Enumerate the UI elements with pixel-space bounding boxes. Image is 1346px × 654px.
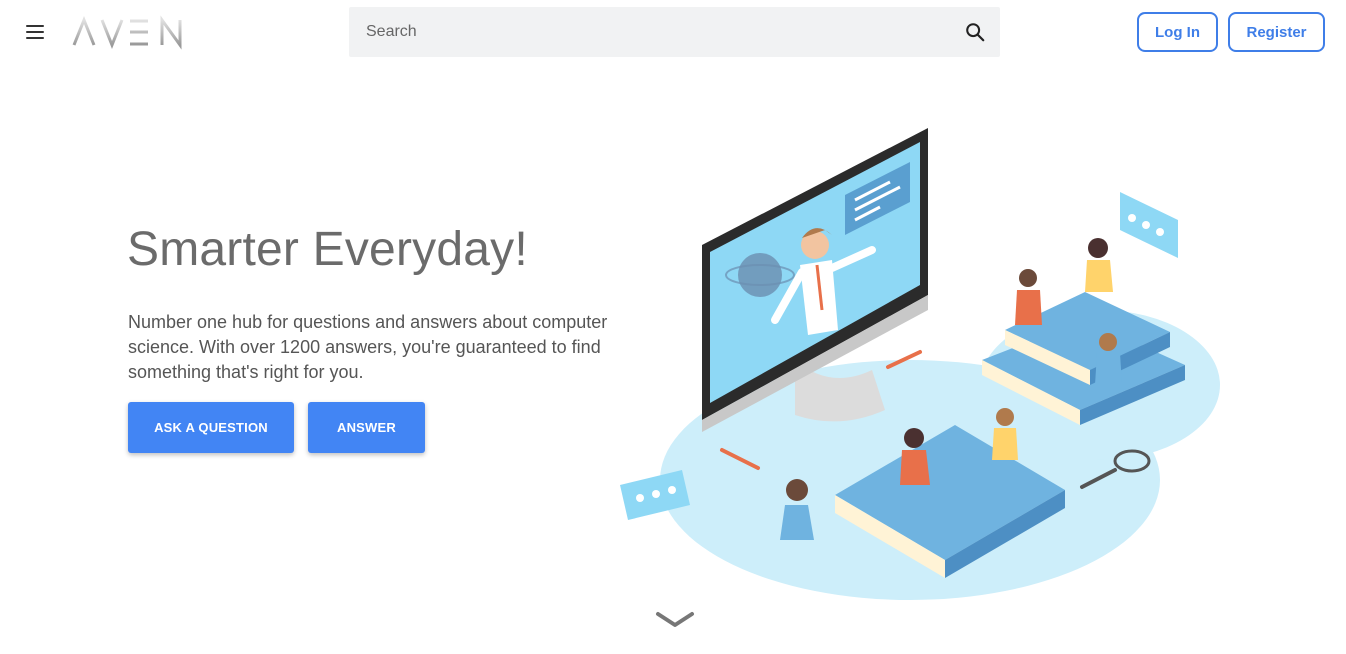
- hero-illustration: [620, 128, 1220, 600]
- aven-logo[interactable]: [72, 14, 192, 50]
- hero-description: Number one hub for questions and answers…: [128, 312, 608, 382]
- register-button[interactable]: Register: [1228, 12, 1325, 52]
- login-button[interactable]: Log In: [1137, 12, 1218, 52]
- hero-title: Smarter Everyday!: [127, 223, 528, 276]
- answer-button[interactable]: ANSWER: [308, 402, 425, 453]
- ask-question-button[interactable]: ASK A QUESTION: [128, 402, 294, 453]
- chevron-down-icon[interactable]: [655, 608, 695, 632]
- search-bar: [349, 7, 1000, 57]
- hamburger-menu-icon[interactable]: [22, 20, 50, 44]
- search-icon[interactable]: [964, 21, 986, 43]
- top-navbar: Log In Register: [0, 0, 1346, 64]
- speech-bubble-icon: [1120, 192, 1178, 258]
- search-input[interactable]: [349, 7, 949, 57]
